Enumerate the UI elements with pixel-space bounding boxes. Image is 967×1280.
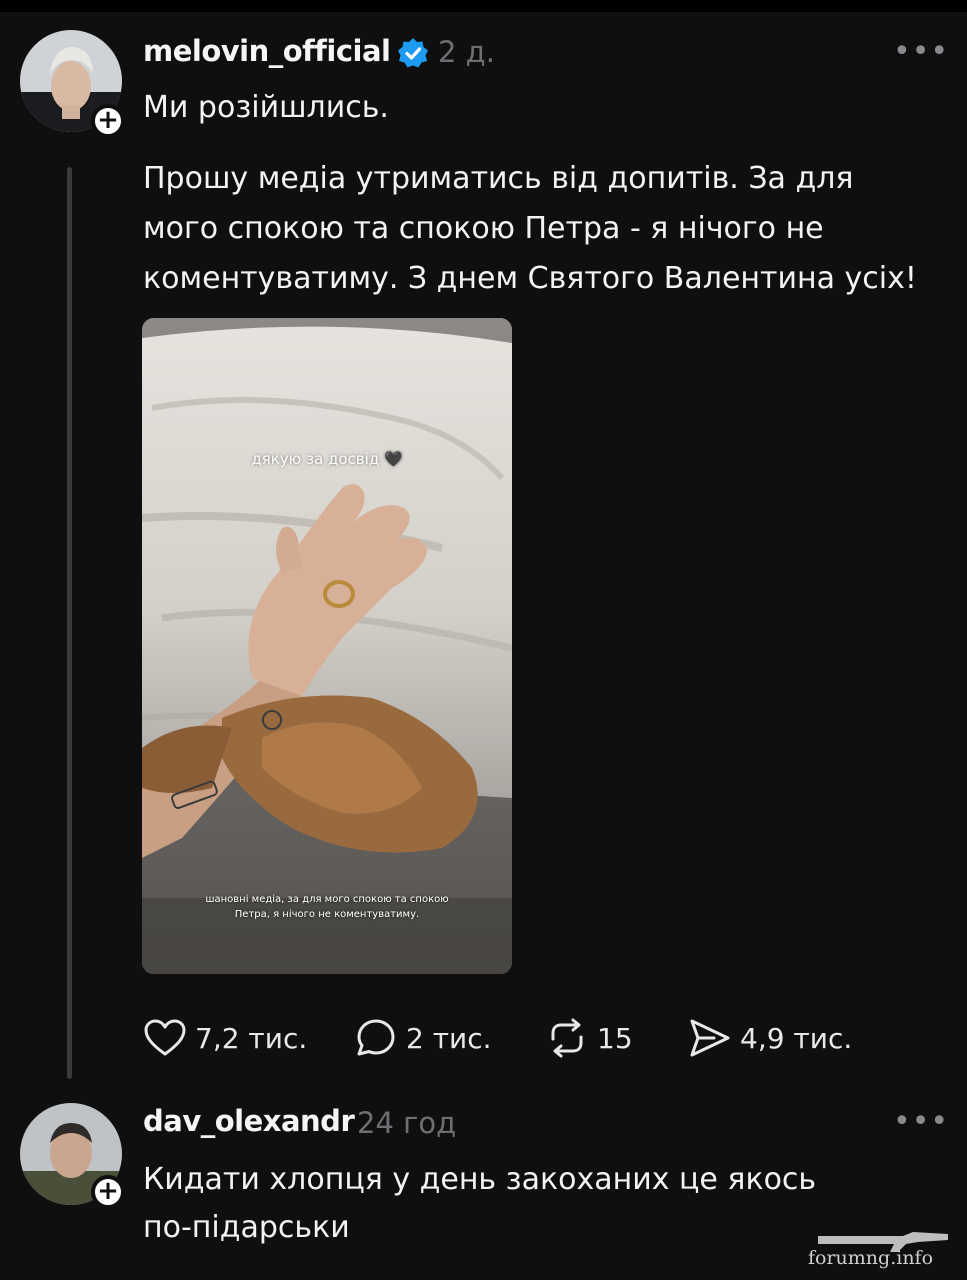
reply-more-icon[interactable]: ••• [893, 1104, 949, 1139]
post-more-icon[interactable]: ••• [893, 34, 949, 69]
story-caption-line: шановні медіа, за для мого спокою та спо… [205, 894, 449, 905]
reply-count: 2 тис. [406, 1021, 492, 1055]
story-caption-line: Петра, я нічого не коментуватиму. [234, 909, 420, 920]
share-button[interactable]: 4,9 тис. [688, 1016, 852, 1060]
comment-icon [357, 1019, 395, 1056]
thread-line [67, 167, 72, 1079]
status-bar-strip [0, 0, 967, 12]
post-paragraph-line: коментуватиму. З днем Святого Валентина … [143, 261, 917, 296]
reply-time: 24 год [357, 1106, 457, 1140]
share-count: 4,9 тис. [740, 1021, 853, 1055]
follow-plus-button[interactable]: + [91, 104, 125, 138]
send-icon [690, 1019, 730, 1057]
watermark-text: forumng.info [808, 1247, 934, 1269]
story-caption-top: дякую за досвід 🖤 [251, 450, 403, 468]
heart-icon [144, 1019, 186, 1056]
repost-count: 15 [597, 1021, 633, 1055]
reply-username[interactable]: dav_olexandr [143, 1104, 355, 1138]
post-paragraph-line: мого спокою та спокою Петра - я нічого н… [143, 211, 824, 246]
repost-button[interactable]: 15 [545, 1016, 633, 1060]
post-username[interactable]: melovin_official [143, 34, 391, 68]
reply-text-line: Кидати хлопця у день закоханих це якось [143, 1162, 817, 1197]
reply-text-line: по-підарськи [143, 1210, 350, 1245]
reply-button[interactable]: 2 тис. [354, 1016, 492, 1060]
follow-plus-button[interactable]: + [91, 1175, 125, 1209]
like-button[interactable]: 7,2 тис. [143, 1016, 307, 1060]
post-paragraph-line: Прошу медіа утриматись від допитів. За д… [143, 161, 854, 196]
post-first-line: Ми розійшлись. [143, 90, 389, 125]
verified-badge-icon [398, 38, 428, 68]
story-caption-bottom: шановні медіа, за для мого спокою та спо… [162, 892, 492, 922]
post-image[interactable]: дякую за досвід 🖤 шановні медіа, за для … [142, 318, 512, 974]
like-count: 7,2 тис. [195, 1021, 308, 1055]
post-time: 2 д. [438, 35, 495, 69]
repost-icon [551, 1018, 583, 1058]
